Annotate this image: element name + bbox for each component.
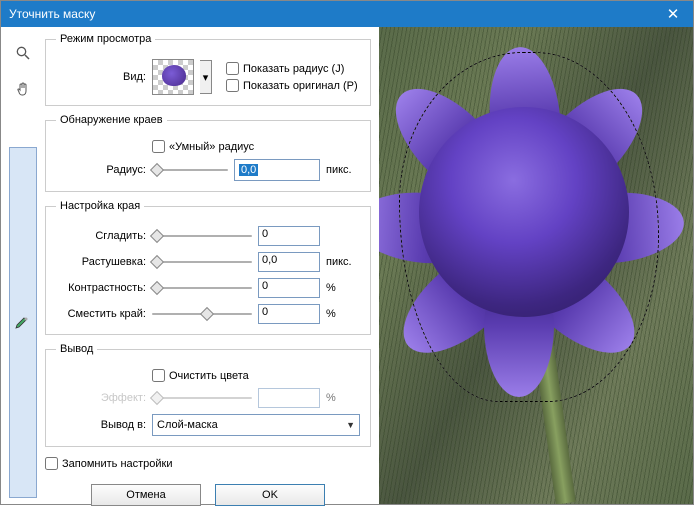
output-legend: Вывод [56, 343, 97, 355]
content: Режим просмотра Вид: ▾ Показать радиус (… [1, 27, 693, 504]
output-to-label: Вывод в: [56, 419, 146, 431]
contrast-slider[interactable] [152, 281, 252, 295]
button-row: Отмена OK [45, 484, 371, 506]
feather-unit: пикс. [326, 256, 360, 268]
shift-edge-unit: % [326, 308, 360, 320]
smooth-input[interactable]: 0 [258, 226, 320, 246]
radius-slider[interactable] [152, 163, 228, 177]
view-thumbnail[interactable] [152, 59, 194, 95]
output-to-select[interactable]: Слой-маска ▼ [152, 414, 360, 436]
zoom-tool[interactable] [9, 39, 37, 67]
radius-label: Радиус: [56, 164, 146, 176]
chevron-down-icon: ▼ [346, 420, 355, 430]
dialog-panel: Режим просмотра Вид: ▾ Показать радиус (… [1, 27, 379, 504]
show-radius-check[interactable]: Показать радиус (J) [226, 62, 358, 75]
edge-detection-group: Обнаружение краев «Умный» радиус Радиус:… [45, 114, 371, 192]
amount-input [258, 388, 320, 408]
ok-button[interactable]: OK [215, 484, 325, 506]
tool-column [9, 33, 39, 498]
view-mode-group: Режим просмотра Вид: ▾ Показать радиус (… [45, 33, 371, 106]
shift-edge-input[interactable]: 0 [258, 304, 320, 324]
decontaminate-check[interactable]: Очистить цвета [152, 369, 249, 382]
contrast-input[interactable]: 0 [258, 278, 320, 298]
titlebar: Уточнить маску ✕ [1, 1, 693, 27]
output-group: Вывод Очистить цвета Эффект: % Вывод в: … [45, 343, 371, 447]
shift-edge-slider[interactable] [152, 307, 252, 321]
radius-input[interactable]: 0,0 [234, 159, 320, 181]
edge-detection-legend: Обнаружение краев [56, 114, 167, 126]
close-button[interactable]: ✕ [653, 1, 693, 27]
preview-canvas[interactable] [379, 27, 693, 504]
amount-slider [152, 391, 252, 405]
feather-input[interactable]: 0,0 [258, 252, 320, 272]
shift-edge-label: Сместить край: [56, 308, 146, 320]
amount-label: Эффект: [56, 392, 146, 404]
window-title: Уточнить маску [9, 7, 95, 21]
radius-unit: пикс. [326, 164, 360, 176]
adjust-edge-group: Настройка края Сгладить: 0 Растушевка: 0… [45, 200, 371, 335]
smart-radius-check[interactable]: «Умный» радиус [152, 140, 254, 153]
feather-slider[interactable] [152, 255, 252, 269]
smooth-label: Сгладить: [56, 230, 146, 242]
view-mode-legend: Режим просмотра [56, 33, 155, 45]
remember-settings-check[interactable]: Запомнить настройки [45, 457, 371, 470]
view-dropdown-caret[interactable]: ▾ [200, 60, 212, 94]
amount-unit: % [326, 392, 360, 404]
selection-marquee [399, 52, 659, 402]
refine-brush-tool[interactable] [9, 147, 37, 498]
feather-label: Растушевка: [56, 256, 146, 268]
smooth-slider[interactable] [152, 229, 252, 243]
cancel-button[interactable]: Отмена [91, 484, 201, 506]
adjust-edge-legend: Настройка края [56, 200, 144, 212]
show-original-check[interactable]: Показать оригинал (P) [226, 79, 358, 92]
main-column: Режим просмотра Вид: ▾ Показать радиус (… [45, 33, 371, 498]
view-label: Вид: [56, 71, 146, 83]
contrast-label: Контрастность: [56, 282, 146, 294]
contrast-unit: % [326, 282, 360, 294]
hand-tool[interactable] [9, 75, 37, 103]
